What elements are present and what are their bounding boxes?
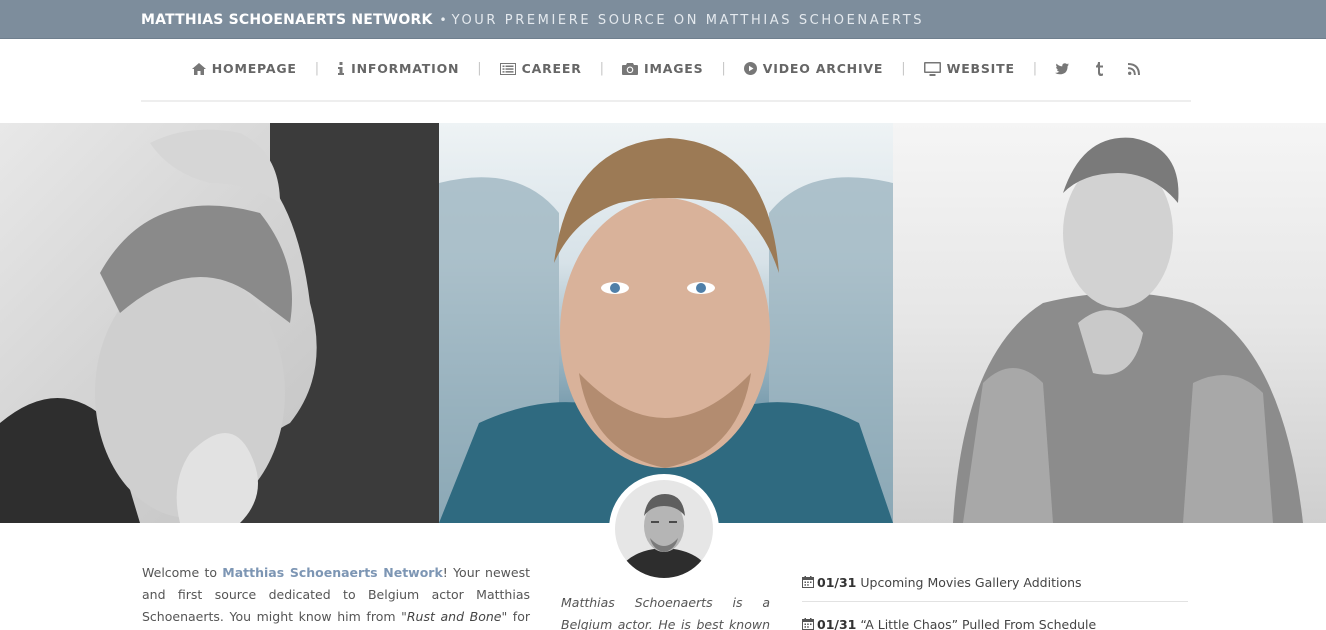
rss-icon	[1128, 62, 1141, 75]
nav-item-label: INFORMATION	[351, 61, 460, 76]
twitter-icon	[1055, 62, 1070, 74]
profile-avatar	[609, 474, 719, 584]
welcome-text: Welcome to Matthias Schoenaerts Network!…	[142, 562, 530, 630]
portrait-photo-center	[439, 123, 893, 523]
nav-item-information[interactable]: INFORMATION	[337, 61, 459, 76]
nav-separator: |	[477, 61, 482, 76]
news-title: Upcoming Movies Gallery Additions	[860, 574, 1082, 590]
header-banner	[0, 123, 1326, 523]
portrait-photo-left	[0, 123, 439, 523]
top-bar: MATTHIAS SCHOENAERTS NETWORK • YOUR PREMIE…	[0, 0, 1326, 39]
nav-separator: |	[599, 61, 605, 76]
bio-text: Matthias Schoenaerts is a Belgium actor.…	[561, 595, 770, 630]
nav-separator: |	[1032, 61, 1038, 76]
rss-link[interactable]	[1128, 62, 1141, 75]
main-nav: HOMEPAGE | INFORMATION | CAREER | IMAGES…	[141, 40, 1191, 102]
news-date: 01/31	[817, 574, 857, 590]
news-item[interactable]: 01/31 “A Little Chaos” Pulled From Sched…	[802, 613, 1188, 630]
nav-item-label: VIDEO ARCHIVE	[762, 61, 884, 76]
welcome-intro: Welcome to	[142, 565, 223, 580]
news-list: 01/31 Upcoming Movies Gallery Additions …	[802, 571, 1188, 630]
tumblr-icon	[1096, 61, 1104, 76]
calendar-icon	[802, 576, 814, 588]
portrait-illustration-right	[953, 137, 1303, 523]
nav-item-career[interactable]: CAREER	[499, 61, 582, 76]
nav-item-label: CAREER	[521, 61, 582, 76]
nav-item-label: IMAGES	[644, 61, 704, 76]
news-date: 01/31	[817, 616, 857, 630]
portrait-illustration-left	[0, 123, 439, 523]
nav-item-label: HOMEPAGE	[211, 61, 297, 76]
nav-separator: |	[314, 61, 320, 76]
avatar-photo	[615, 480, 713, 578]
news-item[interactable]: 01/31 Upcoming Movies Gallery Additions	[802, 571, 1188, 593]
calendar-icon	[802, 618, 814, 630]
film-title: Rust and Bone	[406, 609, 502, 624]
nav-item-website[interactable]: WEBSITE	[923, 61, 1015, 76]
info-icon	[338, 62, 345, 75]
news-divider	[802, 601, 1188, 602]
nav-item-homepage[interactable]: HOMEPAGE	[191, 61, 297, 76]
nav-separator: |	[721, 61, 726, 76]
site-name[interactable]: MATTHIAS SCHOENAERTS NETWORK	[141, 12, 433, 28]
list-icon	[499, 62, 516, 75]
nav-item-images[interactable]: IMAGES	[622, 61, 703, 76]
portrait-illustration-center	[439, 138, 893, 523]
news-title: “A Little Chaos” Pulled From Schedule	[860, 616, 1097, 630]
nav-separator: |	[901, 61, 906, 76]
nav-item-video-archive[interactable]: VIDEO ARCHIVE	[743, 61, 884, 76]
site-tagline: YOUR PREMIERE SOURCE ON MATTHIAS SCHOENA…	[451, 13, 925, 28]
nav-item-label: WEBSITE	[946, 61, 1015, 76]
portrait-photo-right	[893, 123, 1326, 523]
twitter-link[interactable]	[1055, 62, 1070, 75]
site-name-link[interactable]: Matthias Schoenaerts Network	[222, 565, 443, 580]
monitor-icon	[923, 61, 941, 76]
home-icon	[191, 62, 206, 75]
play-circle-icon	[743, 62, 757, 75]
camera-icon	[622, 63, 639, 75]
tumblr-link[interactable]	[1095, 61, 1104, 76]
header-separator: •	[439, 13, 447, 27]
